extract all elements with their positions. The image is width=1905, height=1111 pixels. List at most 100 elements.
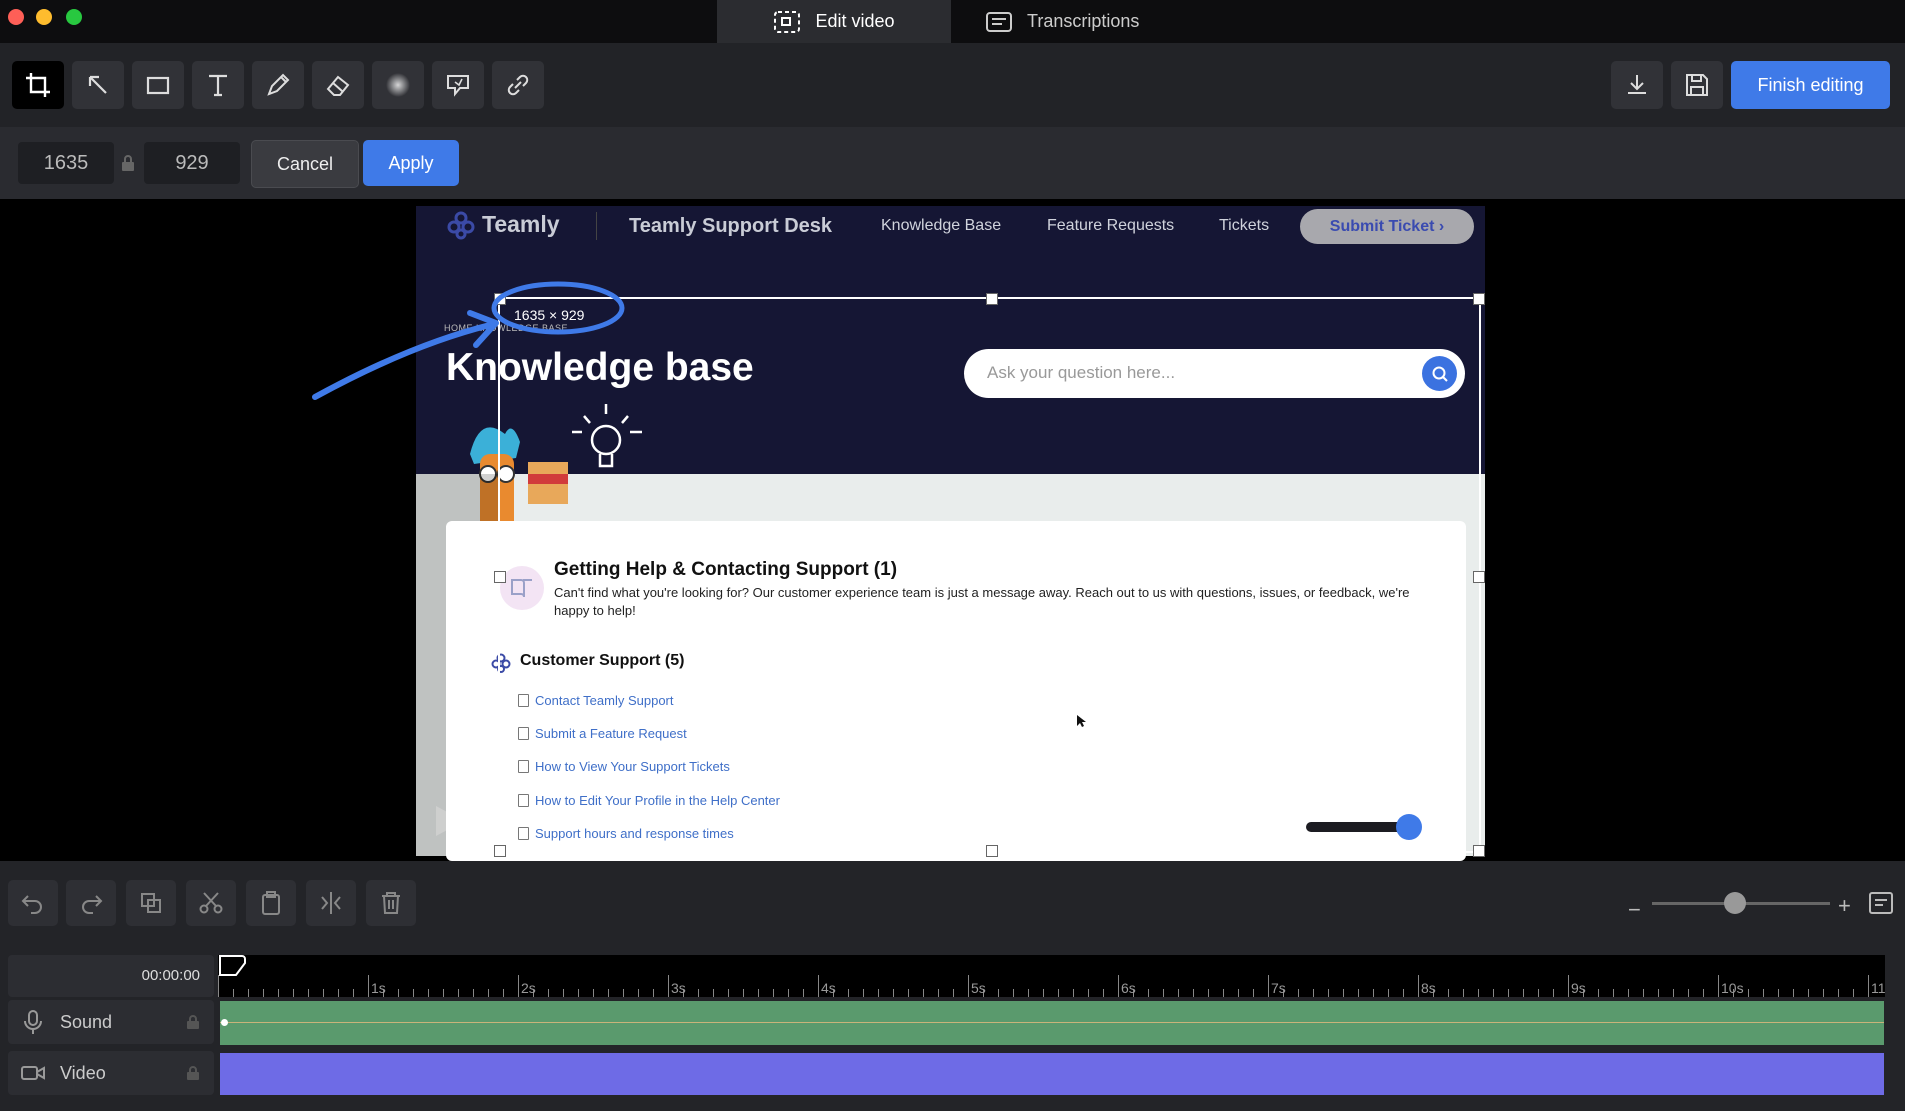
nav-knowledge-base[interactable]: Knowledge Base — [881, 217, 1001, 235]
eraser-tool-button[interactable] — [312, 61, 364, 109]
audio-keyframe[interactable] — [221, 1019, 228, 1026]
text-tool-button[interactable] — [192, 61, 244, 109]
link-tool-button[interactable] — [492, 61, 544, 109]
ruler-tick — [1508, 989, 1509, 997]
ruler-tick — [1778, 989, 1779, 997]
nav-tickets[interactable]: Tickets — [1219, 217, 1269, 235]
rectangle-tool-button[interactable] — [132, 61, 184, 109]
ruler-tick — [248, 989, 249, 997]
crop-handle-n[interactable] — [986, 293, 998, 305]
ruler-tick — [818, 975, 819, 997]
callout-tool-button[interactable] — [432, 61, 484, 109]
delete-button[interactable] — [366, 880, 416, 926]
zoom-slider-thumb[interactable] — [1724, 892, 1746, 914]
crop-rectangle[interactable]: 1635 × 929 — [494, 293, 1485, 857]
cut-button[interactable] — [186, 880, 236, 926]
ruler-tick — [743, 989, 744, 997]
microphone-icon — [24, 1010, 42, 1034]
link-icon — [507, 74, 529, 96]
crop-handle-se[interactable] — [1473, 845, 1485, 857]
ruler-tick — [1343, 989, 1344, 997]
eraser-icon — [326, 75, 350, 96]
ruler-tick — [1643, 989, 1644, 997]
submit-ticket-button[interactable]: Submit Ticket › — [1300, 209, 1474, 244]
crop-handle-s[interactable] — [986, 845, 998, 857]
split-button[interactable] — [306, 880, 356, 926]
arrow-tool-button[interactable] — [72, 61, 124, 109]
ruler-tick — [1043, 989, 1044, 997]
zoom-window-button[interactable] — [66, 9, 82, 25]
nav-feature-requests[interactable]: Feature Requests — [1047, 217, 1174, 235]
redo-button[interactable] — [66, 880, 116, 926]
crop-handle-w[interactable] — [494, 571, 506, 583]
close-window-button[interactable] — [8, 9, 24, 25]
ruler-tick — [578, 989, 579, 997]
ruler-tick — [1373, 989, 1374, 997]
tab-edit-video[interactable]: Edit video — [717, 0, 951, 43]
ruler-label: 6s — [1121, 980, 1136, 996]
ruler-tick — [1253, 989, 1254, 997]
blur-icon — [386, 73, 410, 97]
crop-tool-button[interactable] — [12, 61, 64, 109]
crop-icon — [26, 73, 50, 97]
undo-button[interactable] — [8, 880, 58, 926]
crop-options-bar: 1635 929 Cancel Apply — [0, 127, 1905, 199]
zoom-in-icon[interactable]: + — [1838, 893, 1851, 919]
ruler-tick — [1478, 989, 1479, 997]
ruler-tick — [998, 989, 999, 997]
ruler-tick — [1088, 989, 1089, 997]
download-button[interactable] — [1611, 61, 1663, 109]
pen-tool-button[interactable] — [252, 61, 304, 109]
ruler-label: 3s — [671, 980, 686, 996]
tab-transcriptions[interactable]: Transcriptions — [985, 0, 1185, 43]
crop-handle-ne[interactable] — [1473, 293, 1485, 305]
ruler-tick — [728, 989, 729, 997]
ruler-tick — [1448, 989, 1449, 997]
rectangle-icon — [146, 76, 170, 95]
ruler-tick — [1463, 989, 1464, 997]
ruler-label: 1s — [371, 980, 386, 996]
ruler-label: 11 — [1871, 980, 1886, 996]
blur-tool-button[interactable] — [372, 61, 424, 109]
zoom-out-icon[interactable]: − — [1628, 897, 1641, 923]
track-label-video: Video — [60, 1062, 106, 1083]
playhead-icon[interactable] — [218, 955, 248, 977]
ruler-label: 4s — [821, 980, 836, 996]
callout-icon — [447, 75, 469, 97]
toolbar: Finish editing — [0, 43, 1905, 127]
finish-editing-button[interactable]: Finish editing — [1731, 61, 1890, 109]
ruler-tick — [488, 989, 489, 997]
ruler-tick — [1193, 989, 1194, 997]
crop-handle-e[interactable] — [1473, 571, 1485, 583]
fit-timeline-icon[interactable] — [1868, 890, 1894, 916]
save-button[interactable] — [1671, 61, 1723, 109]
lock-icon[interactable] — [186, 1014, 200, 1030]
cancel-button[interactable]: Cancel — [251, 140, 359, 188]
crop-handle-sw[interactable] — [494, 845, 506, 857]
ruler-tick — [1808, 989, 1809, 997]
ruler-tick — [893, 989, 894, 997]
ruler-tick — [788, 989, 789, 997]
ruler-label: 8s — [1421, 980, 1436, 996]
crop-height-input[interactable]: 929 — [144, 142, 240, 184]
ruler-tick — [953, 989, 954, 997]
site-brand: Teamly — [482, 211, 560, 237]
video-track-clip[interactable] — [220, 1053, 1884, 1095]
ruler-tick — [638, 989, 639, 997]
lock-icon[interactable] — [186, 1065, 200, 1081]
ruler-tick — [1163, 989, 1164, 997]
save-icon — [1686, 74, 1708, 96]
paste-button[interactable] — [246, 880, 296, 926]
ruler-tick — [608, 989, 609, 997]
apply-button[interactable]: Apply — [363, 140, 459, 186]
lock-icon[interactable] — [120, 154, 136, 172]
crop-width-input[interactable]: 1635 — [18, 142, 114, 184]
sound-track-clip[interactable] — [220, 1001, 1884, 1045]
ruler-tick — [1178, 989, 1179, 997]
minimize-window-button[interactable] — [36, 9, 52, 25]
duplicate-button[interactable] — [126, 880, 176, 926]
timeline-ruler[interactable]: 1s 2s 3s 4s 5s 6s 7s 8s 9s 10s 11 — [218, 955, 1886, 997]
ruler-tick — [278, 989, 279, 997]
track-label-sound: Sound — [60, 1011, 113, 1032]
nav-divider — [596, 212, 597, 240]
